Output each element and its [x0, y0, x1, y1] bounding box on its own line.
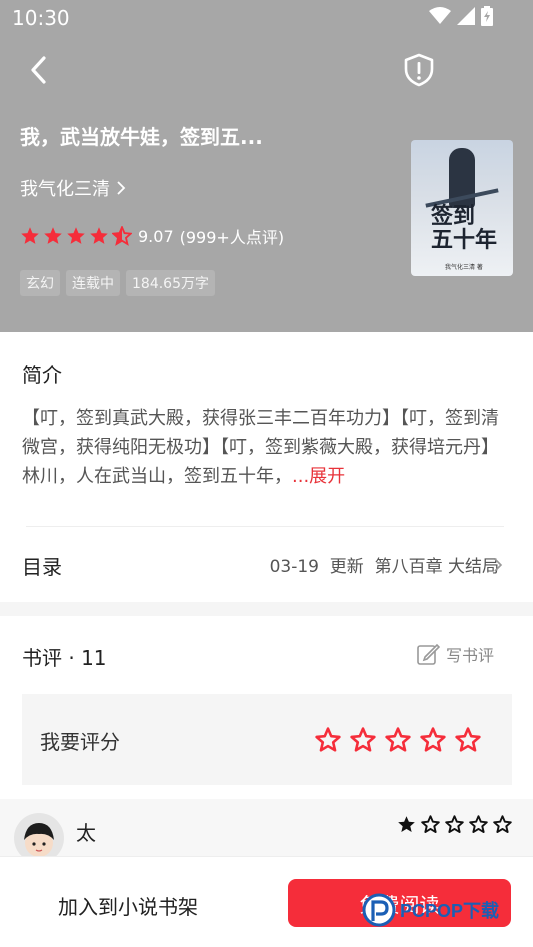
rate-box: 我要评分 [22, 694, 512, 785]
rating-row: 9.07 (999+人点评) [20, 224, 284, 248]
cover-title-1: 签到 [431, 203, 476, 229]
divider [26, 526, 504, 527]
rate-star-icon[interactable] [315, 727, 341, 753]
star-empty-icon [421, 815, 440, 833]
cover-author: 我气化三清 著 [445, 264, 483, 271]
book-title: 我，武当放牛娃，签到五... [20, 125, 263, 149]
back-icon[interactable] [28, 55, 50, 85]
wifi-icon [429, 7, 451, 24]
status-time: 10:30 [12, 6, 70, 30]
status-icons [429, 6, 493, 26]
add-to-shelf-button[interactable]: 加入到小说书架 [58, 891, 198, 920]
signal-icon [457, 7, 475, 25]
star-filled-icon [67, 227, 85, 244]
tag-genre: 玄幻 [20, 270, 60, 296]
star-filled-icon [21, 227, 39, 244]
rate-stars[interactable] [315, 727, 481, 753]
chevron-right-icon [117, 181, 126, 195]
rate-star-icon[interactable] [385, 727, 411, 753]
tag-list: 玄幻 连载中 184.65万字 [20, 270, 215, 296]
pcpop-logo-icon [362, 893, 396, 927]
toc-update-word: 更新 [329, 557, 364, 577]
comment-username: 太 [76, 821, 96, 845]
star-filled-icon [398, 816, 415, 833]
toc-chapter: 第八百章 大结局 [374, 557, 499, 577]
tag-status: 连载中 [66, 270, 120, 296]
rate-star-icon[interactable] [350, 727, 376, 753]
watermark: PCPOP下载 [362, 893, 499, 927]
intro-heading: 简介 [22, 363, 62, 387]
star-filled-icon [90, 227, 108, 244]
tag-wordcount: 184.65万字 [126, 270, 215, 296]
toc-latest[interactable]: 03-19 更新 第八百章 大结局 [270, 552, 499, 577]
rate-label: 我要评分 [40, 730, 120, 754]
book-cover: 签到 五十年 我气化三清 著 [411, 140, 513, 276]
comment-stars [397, 815, 512, 834]
star-empty-icon [493, 815, 512, 833]
review-heading: 书评 · 11 [22, 646, 107, 670]
author-name: 我气化三清 [20, 179, 110, 200]
star-empty-icon [469, 815, 488, 833]
star-half-icon [112, 226, 132, 246]
toc-label[interactable]: 目录 [22, 551, 62, 580]
rating-count: (999+人点评) [179, 228, 285, 247]
star-empty-icon [445, 815, 464, 833]
edit-icon [417, 643, 440, 665]
intro-body: 【叮，签到真武大殿，获得张三丰二百年功力】【叮，签到清微宫，获得纯阳无极功】【叮… [22, 408, 499, 487]
write-review-button[interactable]: 写书评 [416, 642, 494, 666]
write-review-label: 写书评 [446, 646, 495, 665]
toc-date: 03-19 [269, 557, 319, 577]
expand-link[interactable]: ...展开 [292, 466, 345, 487]
book-header: 10:30 我，武当放牛娃，签到五... 我气化三清 9.07 (999+人点评… [0, 0, 533, 332]
chevron-right-icon [494, 558, 503, 572]
intro-text: 【叮，签到真武大殿，获得张三丰二百年功力】【叮，签到清微宫，获得纯阳无极功】【叮… [22, 404, 512, 491]
report-shield-icon[interactable] [403, 53, 435, 87]
rate-star-icon[interactable] [420, 727, 446, 753]
author-link[interactable]: 我气化三清 [20, 175, 126, 201]
rating-score: 9.07 [138, 226, 174, 246]
cover-title-2: 五十年 [431, 227, 498, 253]
watermark-text: PCPOP下载 [400, 901, 500, 921]
rating-stars [20, 226, 132, 246]
battery-icon [481, 6, 493, 26]
star-filled-icon [44, 227, 62, 244]
rate-star-icon[interactable] [455, 727, 481, 753]
